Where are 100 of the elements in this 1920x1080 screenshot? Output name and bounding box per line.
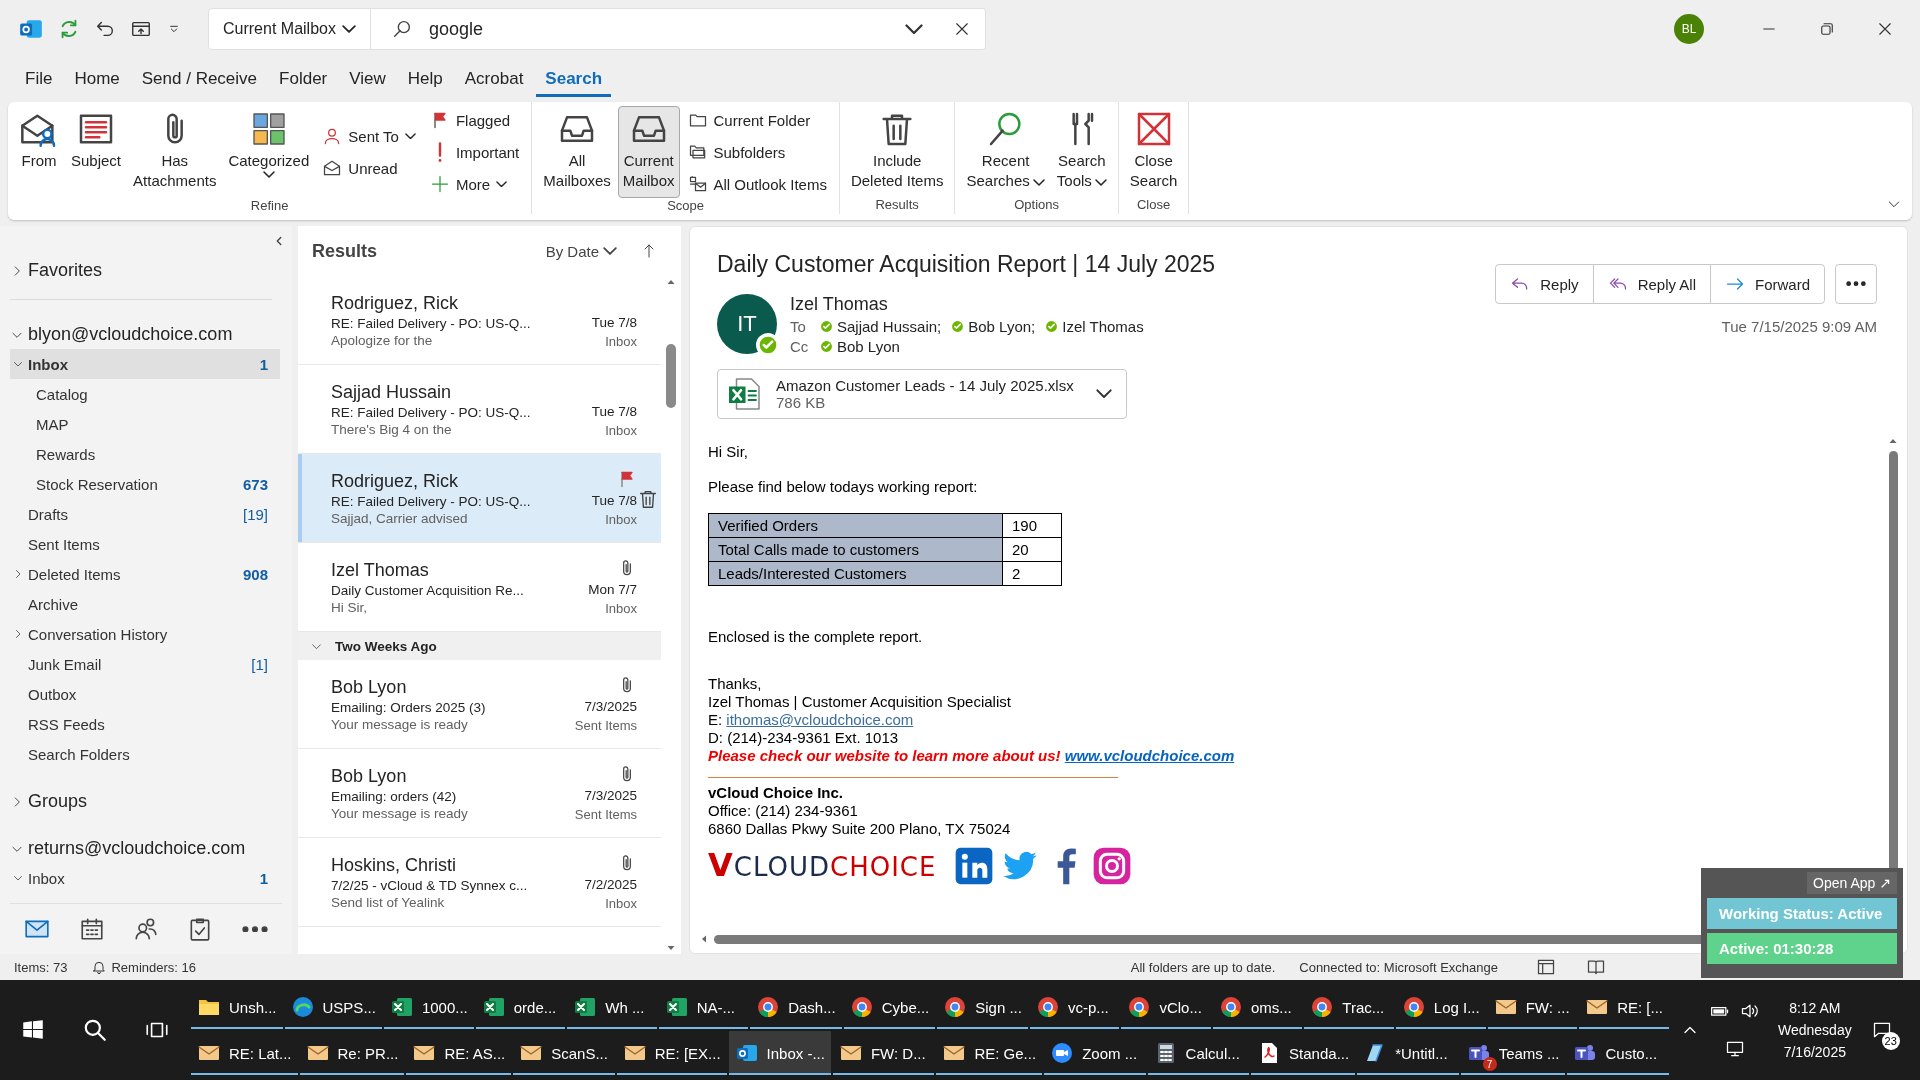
taskbar-button[interactable]: RE: [EX... xyxy=(616,1031,727,1075)
folder-item[interactable]: Drafts [19] xyxy=(10,499,280,529)
taskbar-button[interactable]: Cybe... xyxy=(843,985,936,1029)
folder-item[interactable]: Stock Reservation 673 xyxy=(10,469,280,499)
menu-tab[interactable]: File xyxy=(16,61,62,97)
taskbar-button[interactable]: Custo... xyxy=(1567,1031,1669,1075)
instagram-icon[interactable] xyxy=(1092,846,1133,886)
taskbar-button[interactable]: 1000... xyxy=(383,985,474,1029)
folder-item[interactable]: Outbox xyxy=(10,679,280,709)
search-input[interactable]: google xyxy=(426,17,875,41)
menu-tab[interactable]: Send / Receive xyxy=(132,61,267,97)
folder-item[interactable]: Inbox 1 xyxy=(10,863,280,893)
account-header[interactable]: blyon@vcloudchoice.com xyxy=(10,320,233,349)
taskbar-button[interactable]: Trac... xyxy=(1304,985,1394,1029)
ribbon-button[interactable]: Subject xyxy=(66,106,127,198)
taskbar-button[interactable]: USPS... xyxy=(284,985,382,1029)
message-item[interactable]: Rodriguez, Rick RE: Failed Delivery - PO: US-Q... Sajjad, Carrier advised Tue 7/8 Inbox xyxy=(298,454,661,543)
account-header[interactable]: Groups xyxy=(10,787,88,816)
normal-view-icon[interactable] xyxy=(1536,957,1556,977)
ribbon-button[interactable]: Current Folder xyxy=(687,106,827,134)
favorites-header[interactable]: Favorites xyxy=(10,256,103,285)
taskbar-button[interactable]: Re: PR... xyxy=(299,1031,405,1075)
close-icon[interactable] xyxy=(1876,20,1894,38)
close-icon[interactable] xyxy=(953,20,971,38)
ribbon-button[interactable]: All Mailboxes xyxy=(538,106,616,198)
ribbon-button[interactable]: Categorized xyxy=(223,106,315,198)
trash-icon[interactable] xyxy=(637,488,659,510)
more-actions-button[interactable] xyxy=(1835,264,1877,304)
restore-icon[interactable] xyxy=(1818,20,1836,38)
taskbar-button[interactable]: Inbox -... xyxy=(728,1031,831,1075)
caret-down-icon[interactable] xyxy=(1095,389,1112,399)
calendar-icon[interactable] xyxy=(78,916,105,942)
taskbar-button[interactable]: oms... xyxy=(1212,985,1303,1029)
taskbar-button[interactable]: RE: AS... xyxy=(406,1031,512,1075)
search-icon[interactable] xyxy=(82,1017,108,1043)
network-icon[interactable] xyxy=(1725,1039,1745,1059)
folder-item[interactable]: Archive xyxy=(10,589,280,619)
taskbar-button[interactable]: RE: Ge... xyxy=(936,1031,1043,1075)
taskbar-button[interactable]: RE: Lat... xyxy=(191,1031,298,1075)
message-item[interactable]: Rodriguez, Rick RE: Failed Delivery - PO: US-Q... Apologize for the Tue 7/8 Inbox xyxy=(298,276,661,365)
search-field[interactable]: google xyxy=(370,8,986,50)
email-link[interactable]: ithomas@vcloudchoice.com xyxy=(726,711,914,728)
ribbon-button[interactable]: Close Search xyxy=(1124,106,1183,197)
ribbon-button[interactable]: Current Mailbox xyxy=(617,106,680,198)
menu-tab[interactable]: Help xyxy=(398,61,452,97)
account-header[interactable]: returns@vcloudchoice.com xyxy=(10,834,246,863)
ribbon-button[interactable]: All Outlook Items xyxy=(687,170,827,198)
ribbon-button[interactable]: Search Tools xyxy=(1051,106,1112,197)
search-scope-dropdown[interactable]: Current Mailbox xyxy=(208,8,371,50)
linkedin-icon[interactable] xyxy=(954,846,995,886)
open-app-button[interactable]: Open App ↗ xyxy=(1807,872,1897,894)
group-header[interactable]: Two Weeks Ago xyxy=(298,632,661,660)
folder-item[interactable]: Inbox 1 xyxy=(10,349,280,379)
folder-item[interactable]: Conversation History xyxy=(10,619,280,649)
taskbar-button[interactable]: Standa... xyxy=(1251,1031,1356,1075)
taskbar-button[interactable]: Unsh... xyxy=(191,985,283,1029)
reminders-count[interactable]: Reminders: 16 xyxy=(111,959,196,975)
user-avatar[interactable]: BL xyxy=(1674,14,1704,44)
website-link[interactable]: www.vcloudchoice.com xyxy=(1064,747,1235,764)
menu-tab[interactable]: Folder xyxy=(270,61,337,97)
action-button[interactable]: Reply xyxy=(1496,265,1594,303)
taskbar-button[interactable]: Log I... xyxy=(1395,985,1486,1029)
ribbon-button[interactable]: Unread xyxy=(322,154,416,182)
ribbon-button[interactable]: More xyxy=(429,170,520,198)
taskbar-button[interactable]: Calcul... xyxy=(1147,1031,1250,1075)
taskbar-button[interactable]: Dash... xyxy=(750,985,842,1029)
folder-item[interactable]: Sent Items xyxy=(10,529,280,559)
taskbar-button[interactable]: FW: ... xyxy=(1487,985,1578,1029)
ribbon-button[interactable]: Recent Searches xyxy=(961,106,1050,197)
taskbar-button[interactable]: 7 Teams ... xyxy=(1460,1031,1566,1075)
folder-item[interactable]: RSS Feeds xyxy=(10,709,280,739)
folder-item[interactable]: Search Folders xyxy=(10,739,280,769)
taskbar-button[interactable]: ScanS... xyxy=(513,1031,615,1075)
folder-item[interactable]: Junk Email [1] xyxy=(10,649,280,679)
ribbon-button[interactable]: Subfolders xyxy=(687,138,827,166)
taskbar-button[interactable]: Wh ... xyxy=(567,985,657,1029)
ribbon-button[interactable]: Sent To xyxy=(322,122,416,150)
menu-tab[interactable]: View xyxy=(340,61,395,97)
ribbon-button[interactable]: From xyxy=(14,106,64,198)
ribbon-button[interactable]: Has Attachments xyxy=(128,106,222,198)
message-item[interactable]: Bob Lyon Emailing: Orders 2025 (3) Your message is ready 7/3/2025 Sent Items xyxy=(298,660,661,749)
folder-item[interactable]: MAP xyxy=(10,409,280,439)
action-button[interactable]: Forward xyxy=(1711,265,1824,303)
ribbon-button[interactable]: Flagged xyxy=(429,106,520,134)
menu-tab[interactable]: Home xyxy=(65,61,129,97)
folder-item[interactable]: Catalog xyxy=(10,379,280,409)
folder-item[interactable]: Rewards xyxy=(10,439,280,469)
ribbon-button[interactable]: Important xyxy=(429,138,520,166)
taskbar-button[interactable]: FW: D... xyxy=(832,1031,935,1075)
menu-tab[interactable]: Acrobat xyxy=(455,61,533,97)
scrollbar-thumb[interactable] xyxy=(666,344,676,408)
ribbon-button[interactable]: Include Deleted Items xyxy=(845,106,949,197)
taskbar-button[interactable]: vc-p... xyxy=(1029,985,1120,1029)
taskbar-button[interactable]: vClo... xyxy=(1121,985,1211,1029)
taskbar-button[interactable]: NA-... xyxy=(658,985,749,1029)
folder-item[interactable]: Deleted Items 908 xyxy=(10,559,280,589)
action-button[interactable]: Reply All xyxy=(1593,265,1711,303)
clock[interactable]: 8:12 AM Wednesday 7/16/2025 xyxy=(1778,1000,1852,1060)
message-item[interactable]: Bob Lyon Emailing: orders (42) Your message is ready 7/3/2025 Sent Items xyxy=(298,749,661,838)
attachment-card[interactable]: Amazon Customer Leads - 14 July 2025.xlsx 786 KB xyxy=(717,369,1127,419)
